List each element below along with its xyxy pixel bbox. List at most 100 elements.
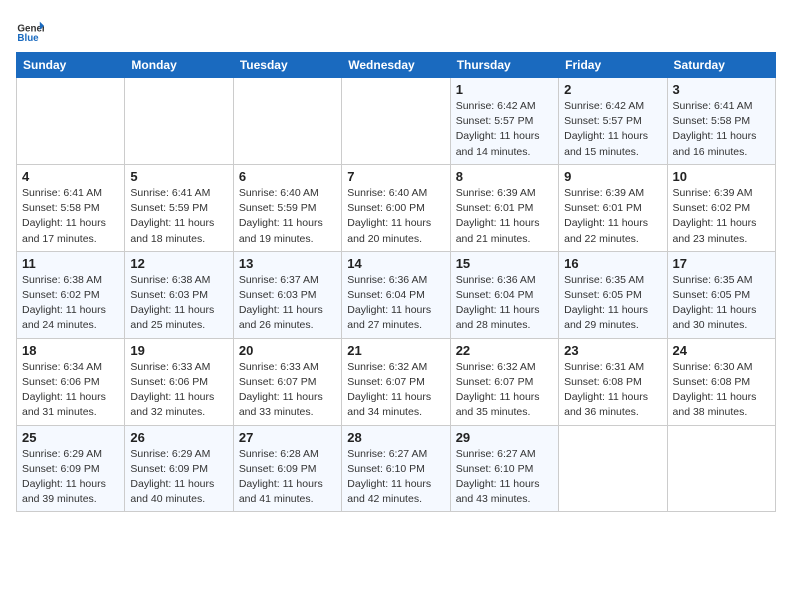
day-info: Sunrise: 6:30 AM Sunset: 6:08 PM Dayligh… — [673, 360, 770, 421]
logo: General Blue — [16, 16, 48, 44]
week-row-5: 25 Sunrise: 6:29 AM Sunset: 6:09 PM Dayli… — [17, 425, 776, 512]
week-row-3: 11Sunrise: 6:38 AM Sunset: 6:02 PM Dayli… — [17, 251, 776, 338]
calendar-cell: 11Sunrise: 6:38 AM Sunset: 6:02 PM Dayli… — [17, 251, 125, 338]
day-info: Sunrise: 6:38 AM Sunset: 6:03 PM Dayligh… — [130, 273, 227, 334]
day-info: Sunrise: 6:42 AM Sunset: 5:57 PM Dayligh… — [456, 99, 553, 160]
day-info: Sunrise: 6:39 AM Sunset: 6:01 PM Dayligh… — [456, 186, 553, 247]
calendar-cell — [559, 425, 667, 512]
day-info: Sunrise: 6:39 AM Sunset: 6:02 PM Dayligh… — [673, 186, 770, 247]
day-number: 1 — [456, 82, 553, 97]
week-row-1: 1 Sunrise: 6:42 AM Sunset: 5:57 PM Daylig… — [17, 78, 776, 165]
day-number: 6 — [239, 169, 336, 184]
calendar-cell — [125, 78, 233, 165]
day-number: 11 — [22, 256, 119, 271]
calendar-cell: 16 Sunrise: 6:35 AM Sunset: 6:05 PM Dayli… — [559, 251, 667, 338]
day-info: Sunrise: 6:27 AM Sunset: 6:10 PM Dayligh… — [456, 447, 553, 508]
weekday-header-tuesday: Tuesday — [233, 53, 341, 78]
weekday-header-sunday: Sunday — [17, 53, 125, 78]
calendar-cell: 29 Sunrise: 6:27 AM Sunset: 6:10 PM Dayli… — [450, 425, 558, 512]
calendar-cell: 2 Sunrise: 6:42 AM Sunset: 5:57 PM Daylig… — [559, 78, 667, 165]
weekday-header-saturday: Saturday — [667, 53, 775, 78]
week-row-4: 18 Sunrise: 6:34 AM Sunset: 6:06 PM Dayli… — [17, 338, 776, 425]
day-info: Sunrise: 6:34 AM Sunset: 6:06 PM Dayligh… — [22, 360, 119, 421]
day-info: Sunrise: 6:42 AM Sunset: 5:57 PM Dayligh… — [564, 99, 661, 160]
day-number: 14 — [347, 256, 444, 271]
calendar-cell — [17, 78, 125, 165]
day-info: Sunrise: 6:39 AM Sunset: 6:01 PM Dayligh… — [564, 186, 661, 247]
calendar-cell: 22 Sunrise: 6:32 AM Sunset: 6:07 PM Dayli… — [450, 338, 558, 425]
calendar-cell: 25Sunrise: 6:29 AM Sunset: 6:09 PM Dayli… — [17, 425, 125, 512]
day-number: 3 — [673, 82, 770, 97]
calendar-cell: 26 Sunrise: 6:29 AM Sunset: 6:09 PM Dayli… — [125, 425, 233, 512]
calendar-cell: 6 Sunrise: 6:40 AM Sunset: 5:59 PM Daylig… — [233, 164, 341, 251]
day-number: 19 — [130, 343, 227, 358]
day-info: Sunrise: 6:41 AM Sunset: 5:58 PM Dayligh… — [673, 99, 770, 160]
calendar-cell: 9 Sunrise: 6:39 AM Sunset: 6:01 PM Daylig… — [559, 164, 667, 251]
day-number: 10 — [673, 169, 770, 184]
calendar-cell: 28 Sunrise: 6:27 AM Sunset: 6:10 PM Dayli… — [342, 425, 450, 512]
day-info: Sunrise: 6:40 AM Sunset: 5:59 PM Dayligh… — [239, 186, 336, 247]
day-number: 5 — [130, 169, 227, 184]
calendar-cell: 18 Sunrise: 6:34 AM Sunset: 6:06 PM Dayli… — [17, 338, 125, 425]
day-number: 20 — [239, 343, 336, 358]
day-info: Sunrise: 6:35 AM Sunset: 6:05 PM Dayligh… — [564, 273, 661, 334]
week-row-2: 4 Sunrise: 6:41 AM Sunset: 5:58 PM Daylig… — [17, 164, 776, 251]
day-number: 26 — [130, 430, 227, 445]
day-number: 22 — [456, 343, 553, 358]
day-info: Sunrise: 6:27 AM Sunset: 6:10 PM Dayligh… — [347, 447, 444, 508]
calendar-cell: 15 Sunrise: 6:36 AM Sunset: 6:04 PM Dayli… — [450, 251, 558, 338]
day-info: Sunrise: 6:41 AM Sunset: 5:58 PM Dayligh… — [22, 186, 119, 247]
day-info: Sunrise: 6:32 AM Sunset: 6:07 PM Dayligh… — [456, 360, 553, 421]
day-number: 17 — [673, 256, 770, 271]
day-info: Sunrise: 6:36 AM Sunset: 6:04 PM Dayligh… — [456, 273, 553, 334]
day-number: 9 — [564, 169, 661, 184]
calendar-cell: 7Sunrise: 6:40 AM Sunset: 6:00 PM Daylig… — [342, 164, 450, 251]
calendar-table: SundayMondayTuesdayWednesdayThursdayFrid… — [16, 52, 776, 512]
logo-icon: General Blue — [16, 16, 44, 44]
calendar-cell — [342, 78, 450, 165]
day-number: 23 — [564, 343, 661, 358]
weekday-header-friday: Friday — [559, 53, 667, 78]
day-number: 28 — [347, 430, 444, 445]
day-number: 18 — [22, 343, 119, 358]
day-info: Sunrise: 6:29 AM Sunset: 6:09 PM Dayligh… — [130, 447, 227, 508]
day-number: 16 — [564, 256, 661, 271]
day-number: 15 — [456, 256, 553, 271]
day-info: Sunrise: 6:28 AM Sunset: 6:09 PM Dayligh… — [239, 447, 336, 508]
calendar-cell — [233, 78, 341, 165]
calendar-cell: 24 Sunrise: 6:30 AM Sunset: 6:08 PM Dayli… — [667, 338, 775, 425]
calendar-cell: 27 Sunrise: 6:28 AM Sunset: 6:09 PM Dayli… — [233, 425, 341, 512]
day-number: 12 — [130, 256, 227, 271]
header: General Blue — [16, 16, 776, 44]
calendar-cell: 13Sunrise: 6:37 AM Sunset: 6:03 PM Dayli… — [233, 251, 341, 338]
day-number: 27 — [239, 430, 336, 445]
day-number: 25 — [22, 430, 119, 445]
day-info: Sunrise: 6:36 AM Sunset: 6:04 PM Dayligh… — [347, 273, 444, 334]
calendar-cell: 23Sunrise: 6:31 AM Sunset: 6:08 PM Dayli… — [559, 338, 667, 425]
weekday-header-row: SundayMondayTuesdayWednesdayThursdayFrid… — [17, 53, 776, 78]
calendar-cell: 19 Sunrise: 6:33 AM Sunset: 6:06 PM Dayli… — [125, 338, 233, 425]
calendar-cell: 17Sunrise: 6:35 AM Sunset: 6:05 PM Dayli… — [667, 251, 775, 338]
day-info: Sunrise: 6:32 AM Sunset: 6:07 PM Dayligh… — [347, 360, 444, 421]
day-number: 29 — [456, 430, 553, 445]
day-number: 24 — [673, 343, 770, 358]
calendar-cell: 12 Sunrise: 6:38 AM Sunset: 6:03 PM Dayli… — [125, 251, 233, 338]
calendar-cell: 14 Sunrise: 6:36 AM Sunset: 6:04 PM Dayli… — [342, 251, 450, 338]
day-number: 21 — [347, 343, 444, 358]
calendar-cell: 4 Sunrise: 6:41 AM Sunset: 5:58 PM Daylig… — [17, 164, 125, 251]
calendar-cell: 8Sunrise: 6:39 AM Sunset: 6:01 PM Daylig… — [450, 164, 558, 251]
calendar-cell: 5 Sunrise: 6:41 AM Sunset: 5:59 PM Daylig… — [125, 164, 233, 251]
day-number: 13 — [239, 256, 336, 271]
svg-text:Blue: Blue — [17, 33, 39, 44]
calendar-cell: 21 Sunrise: 6:32 AM Sunset: 6:07 PM Dayli… — [342, 338, 450, 425]
calendar-cell: 3 Sunrise: 6:41 AM Sunset: 5:58 PM Daylig… — [667, 78, 775, 165]
day-number: 4 — [22, 169, 119, 184]
weekday-header-wednesday: Wednesday — [342, 53, 450, 78]
day-info: Sunrise: 6:33 AM Sunset: 6:06 PM Dayligh… — [130, 360, 227, 421]
day-number: 7 — [347, 169, 444, 184]
day-info: Sunrise: 6:33 AM Sunset: 6:07 PM Dayligh… — [239, 360, 336, 421]
day-info: Sunrise: 6:41 AM Sunset: 5:59 PM Dayligh… — [130, 186, 227, 247]
calendar-cell: 10 Sunrise: 6:39 AM Sunset: 6:02 PM Dayli… — [667, 164, 775, 251]
day-number: 2 — [564, 82, 661, 97]
weekday-header-monday: Monday — [125, 53, 233, 78]
